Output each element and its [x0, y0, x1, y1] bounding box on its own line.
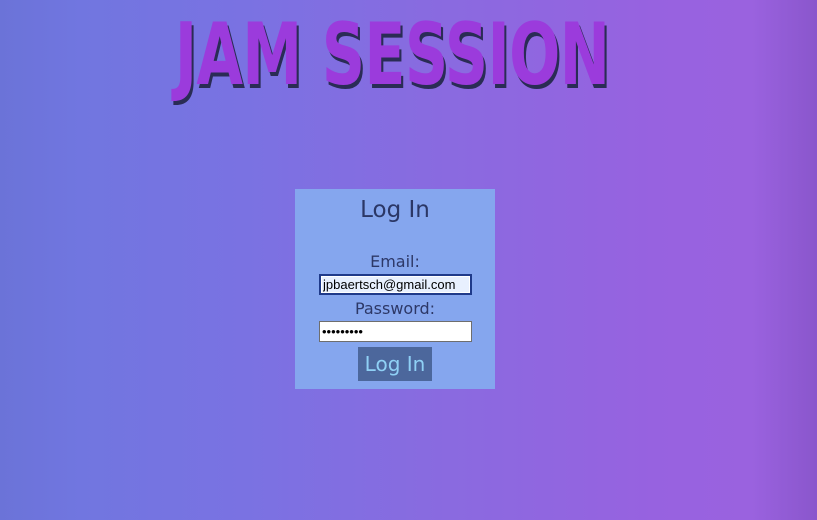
login-panel: Log In Email: Password: Log In: [295, 189, 495, 389]
login-heading: Log In: [360, 197, 430, 223]
app-title: JAM SESSION: [174, 5, 610, 105]
email-field[interactable]: [319, 274, 472, 295]
login-button[interactable]: Log In: [358, 347, 432, 381]
password-label: Password:: [354, 299, 436, 318]
email-label: Email:: [370, 252, 420, 271]
password-field[interactable]: [319, 321, 472, 342]
